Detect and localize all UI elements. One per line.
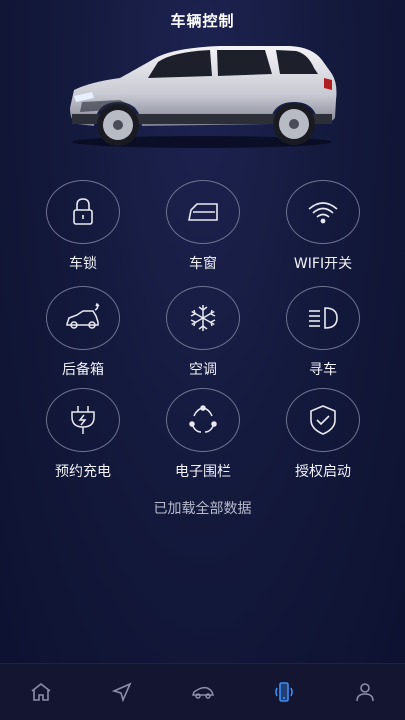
control-label: 车锁 (69, 256, 97, 272)
wifi-icon (308, 202, 338, 224)
control-window[interactable]: 车窗 (143, 180, 263, 273)
control-label: 车窗 (189, 256, 217, 272)
control-lock[interactable]: 车锁 (23, 180, 143, 273)
control-label: WIFI开关 (293, 256, 353, 272)
charging-button[interactable] (46, 388, 120, 452)
tab-home[interactable] (21, 672, 61, 712)
car-window-icon (188, 203, 218, 221)
headlight-icon (309, 307, 338, 329)
tab-car[interactable] (183, 672, 223, 712)
charging-plug-icon (71, 406, 95, 434)
bottom-tabbar (0, 663, 405, 720)
find-car-button[interactable] (286, 286, 360, 350)
ac-button[interactable] (166, 286, 240, 350)
control-wifi[interactable]: WIFI开关 (263, 180, 383, 273)
control-ac[interactable]: 空调 (143, 286, 263, 379)
home-icon (31, 682, 50, 701)
control-label: 后备箱 (62, 362, 104, 378)
control-label: 寻车 (309, 362, 337, 378)
geofence-icon (189, 405, 217, 433)
phone-vibrate-icon (274, 682, 293, 702)
car-icon (191, 686, 214, 699)
lock-button[interactable] (46, 180, 120, 244)
tab-remote-control[interactable] (264, 672, 304, 712)
wifi-button[interactable] (286, 180, 360, 244)
lock-icon (73, 198, 93, 225)
snowflake-icon (190, 305, 216, 331)
trunk-icon (66, 302, 100, 329)
control-charging[interactable]: 预约充电 (23, 388, 143, 481)
window-button[interactable] (166, 180, 240, 244)
user-icon (355, 683, 374, 702)
control-label: 空调 (189, 362, 217, 378)
trunk-button[interactable] (46, 286, 120, 350)
geofence-button[interactable] (166, 388, 240, 452)
control-label: 预约充电 (55, 464, 111, 480)
page-title: 车辆控制 (170, 12, 235, 30)
control-authorize[interactable]: 授权启动 (263, 388, 383, 481)
tab-navigation[interactable] (102, 672, 142, 712)
control-label: 授权启动 (295, 464, 351, 480)
tab-profile[interactable] (345, 672, 385, 712)
status-text: 已加载全部数据 (153, 501, 252, 517)
control-geofence[interactable]: 电子围栏 (143, 388, 263, 481)
car-image (70, 46, 337, 148)
control-find-car[interactable]: 寻车 (263, 286, 383, 379)
control-trunk[interactable]: 后备箱 (23, 286, 143, 379)
navigation-arrow-icon (111, 682, 132, 703)
authorize-button[interactable] (286, 388, 360, 452)
shield-check-icon (310, 405, 336, 435)
control-label: 电子围栏 (175, 464, 231, 480)
